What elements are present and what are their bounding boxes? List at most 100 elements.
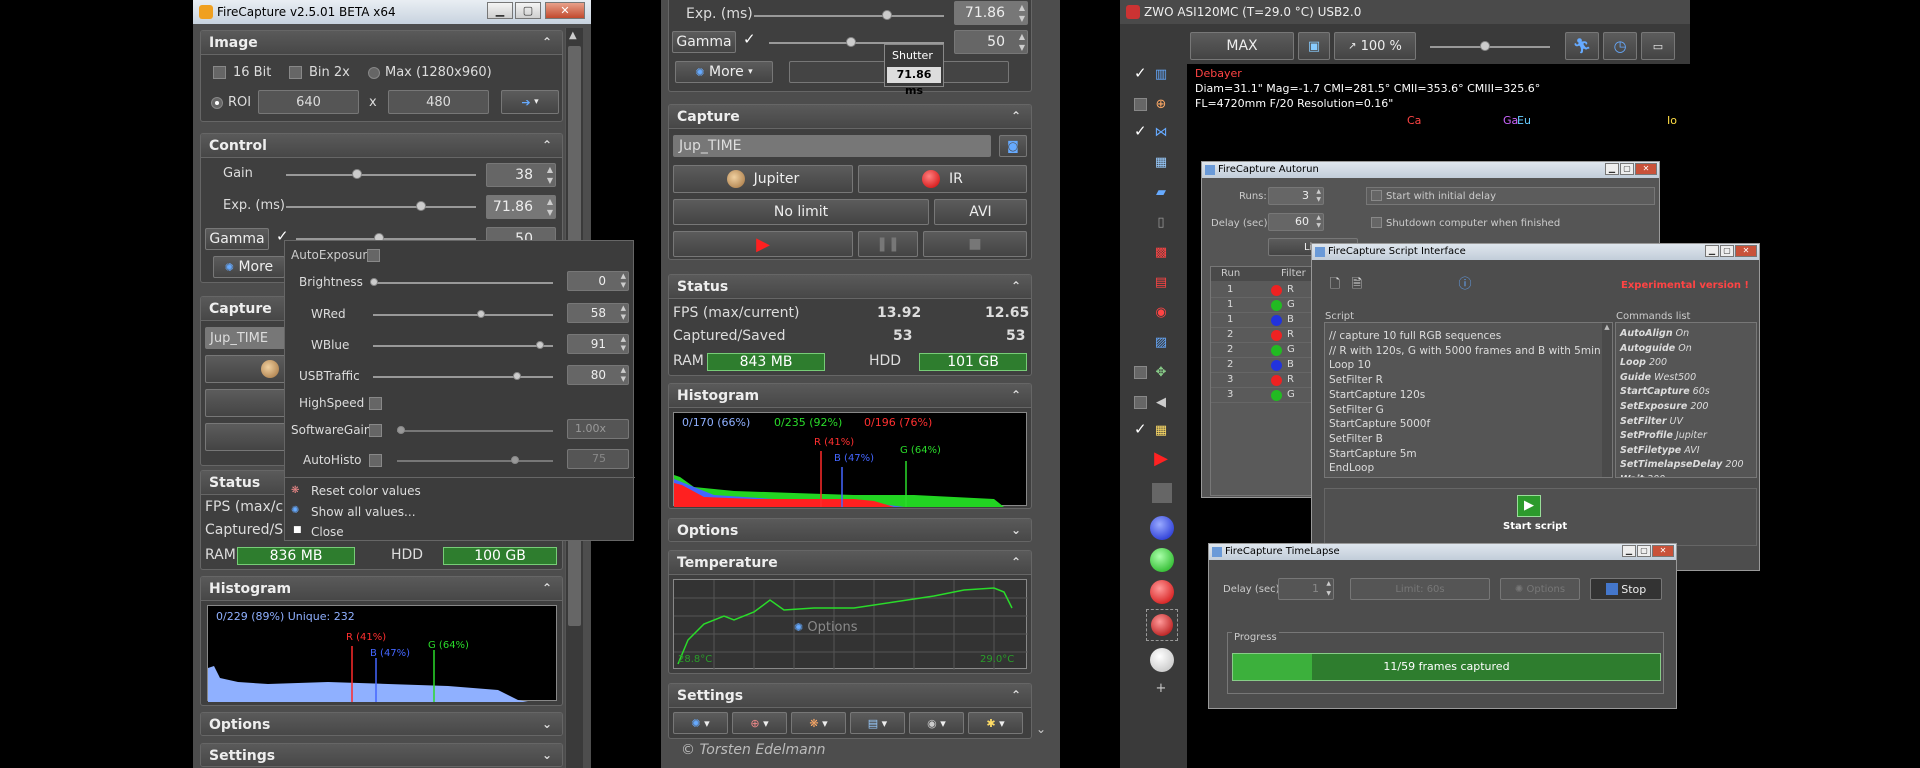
align-check-icon[interactable]: ✓ (1134, 122, 1147, 140)
spinner-icon[interactable]: ▲ ▼ (547, 164, 553, 186)
pause-button[interactable]: ❚❚ (858, 231, 918, 257)
trash-icon[interactable]: ▯ (1152, 214, 1170, 232)
spinner-icon[interactable]: ▲ ▼ (1316, 188, 1321, 204)
settings-section[interactable]: Settings ⌄ (200, 743, 563, 767)
image-icon[interactable]: ▨ (1152, 334, 1170, 352)
command-item[interactable]: SetFilter UV (1620, 415, 1744, 430)
command-item[interactable]: Wait 200 (1620, 473, 1744, 477)
stop-button[interactable]: ■ (923, 231, 1027, 257)
collapse-icon[interactable]: ⌃ (542, 138, 552, 152)
roi-dropdown[interactable]: ➔ ▾ (501, 90, 559, 114)
gain-slider[interactable] (286, 169, 476, 179)
options-section[interactable]: Options ⌄ (668, 518, 1032, 542)
settings-cam-button[interactable]: ◉ ▾ (909, 712, 964, 734)
ir-filter-slot[interactable] (1146, 609, 1178, 641)
settings-gear-button[interactable]: ✺ ▾ (673, 712, 728, 734)
slider-knob[interactable] (882, 10, 892, 20)
limit-button[interactable]: No limit (673, 199, 929, 225)
temperature-header[interactable]: Temperature ⌃ (669, 551, 1031, 575)
settings-planet-button[interactable]: ⊕ ▾ (732, 712, 787, 734)
exposure-slider[interactable] (286, 201, 476, 211)
options-section[interactable]: Options ⌄ (200, 712, 563, 736)
spinner-icon[interactable]: ▲ ▼ (621, 304, 626, 322)
roi-radio[interactable] (211, 97, 223, 109)
runs-value[interactable]: 3 ▲ ▼ (1268, 187, 1324, 205)
image-header[interactable]: Image ⌃ (201, 31, 562, 55)
spinner-icon[interactable]: ▲ ▼ (1019, 2, 1025, 24)
maximize-button[interactable]: ▢ (1620, 163, 1634, 175)
control-header[interactable]: Control ⌃ (201, 134, 562, 158)
initial-delay-checkbox[interactable] (1371, 190, 1382, 201)
zoom-button[interactable]: ↗ 100 % (1334, 32, 1416, 60)
minimize-button[interactable]: ▁ (1605, 163, 1619, 175)
settings-file-button[interactable]: ▤ ▾ (850, 712, 905, 734)
new-file-icon[interactable]: 🗋︎ (1326, 276, 1344, 294)
reset-color-item[interactable]: ❋ Reset color values (285, 481, 635, 501)
slider-knob[interactable] (536, 341, 544, 349)
scroll-up-icon[interactable]: ▲ (569, 30, 577, 41)
table-row[interactable]: 2G (1211, 343, 1321, 358)
expand-icon[interactable]: ⌄ (542, 717, 552, 731)
histogram-header[interactable]: Histogram ⌃ (201, 577, 562, 601)
softwaregain-slider[interactable] (397, 426, 553, 434)
close-button[interactable]: ✕ (1652, 545, 1674, 557)
slider-knob[interactable] (370, 278, 378, 286)
command-item[interactable]: AutoAlign On (1620, 327, 1744, 342)
command-item[interactable]: StartCapture 60s (1620, 385, 1744, 400)
command-item[interactable]: Guide West500 (1620, 371, 1744, 386)
exposure-slider[interactable] (754, 10, 944, 20)
crosshair-icon[interactable]: ⊕ (1152, 96, 1170, 114)
spinner-icon[interactable]: ▲ ▼ (547, 196, 553, 218)
commands-list[interactable]: AutoAlign On Autoguide On Loop 200 Guide We… (1615, 322, 1757, 478)
close-button[interactable]: ✕ (1735, 245, 1757, 257)
max-button[interactable]: MAX (1190, 32, 1294, 60)
slider-knob[interactable] (513, 372, 521, 380)
16bit-checkbox[interactable] (213, 66, 226, 79)
spinner-icon[interactable]: ▲ ▼ (1326, 579, 1331, 599)
console-button[interactable]: ▭ (1641, 32, 1675, 60)
histogram-check-icon[interactable]: ✓ (1134, 64, 1147, 82)
delay-value[interactable]: 60 ▲ ▼ (1268, 213, 1324, 231)
script-editor[interactable]: // capture 10 full RGB sequences // R wit… (1324, 322, 1613, 478)
autohisto-slider[interactable] (397, 456, 553, 464)
command-item[interactable]: SetProfile Jupiter (1620, 429, 1744, 444)
align-icon[interactable]: ⋈ (1152, 124, 1170, 142)
maximize-button[interactable]: ▢ (1637, 545, 1651, 557)
table-row[interactable]: 3R (1211, 373, 1321, 388)
gamma-value[interactable]: 50 ▲ ▼ (954, 30, 1028, 54)
speaker-icon[interactable]: ◀ (1152, 394, 1170, 412)
screen-button[interactable]: ▣ (1298, 32, 1330, 60)
spinner-icon[interactable]: ▲ ▼ (1316, 214, 1321, 230)
slider-knob[interactable] (352, 169, 362, 179)
target-field[interactable]: Jup_TIME (673, 135, 991, 157)
table-row[interactable]: 2B (1211, 358, 1321, 373)
autohisto-value[interactable]: 75 (567, 449, 629, 469)
brightness-slider[interactable] (370, 278, 553, 286)
minimize-button[interactable]: ▁ (1705, 245, 1719, 257)
clock-button[interactable]: ◷ (1603, 32, 1637, 60)
clear-filter-icon[interactable] (1150, 648, 1174, 672)
green-filter-icon[interactable] (1150, 548, 1174, 572)
runner-button[interactable]: 🏃︎ (1565, 32, 1599, 60)
command-item[interactable]: Loop 200 (1620, 356, 1744, 371)
command-item[interactable]: Autoguide On (1620, 342, 1744, 357)
more-button[interactable]: ✺ More (213, 256, 285, 278)
options-header[interactable]: Options ⌄ (201, 713, 562, 735)
red-filter-icon[interactable] (1150, 580, 1174, 604)
spinner-icon[interactable]: ▲ ▼ (621, 335, 626, 353)
minimize-button[interactable]: ▁ (1622, 545, 1636, 557)
scroll-down-icon[interactable]: ⌄ (1036, 722, 1046, 736)
options-header[interactable]: Options ⌄ (669, 519, 1031, 541)
sound-checkbox[interactable] (1134, 396, 1147, 409)
stop-icon[interactable] (1152, 483, 1172, 503)
play-icon[interactable]: ▶ (1152, 450, 1170, 468)
command-item[interactable]: SetFiletype AVI (1620, 444, 1744, 459)
max-radio[interactable] (368, 67, 380, 79)
settings-light-button[interactable]: ✱ ▾ (968, 712, 1023, 734)
start-script-button[interactable]: ▶ (1517, 495, 1541, 517)
gamma-button[interactable]: Gamma (672, 31, 736, 53)
collapse-icon[interactable]: ⌃ (542, 35, 552, 49)
slider-knob[interactable] (477, 310, 485, 318)
blue-filter-icon[interactable] (1150, 516, 1174, 540)
ir-filter-button[interactable]: IR (858, 165, 1027, 193)
